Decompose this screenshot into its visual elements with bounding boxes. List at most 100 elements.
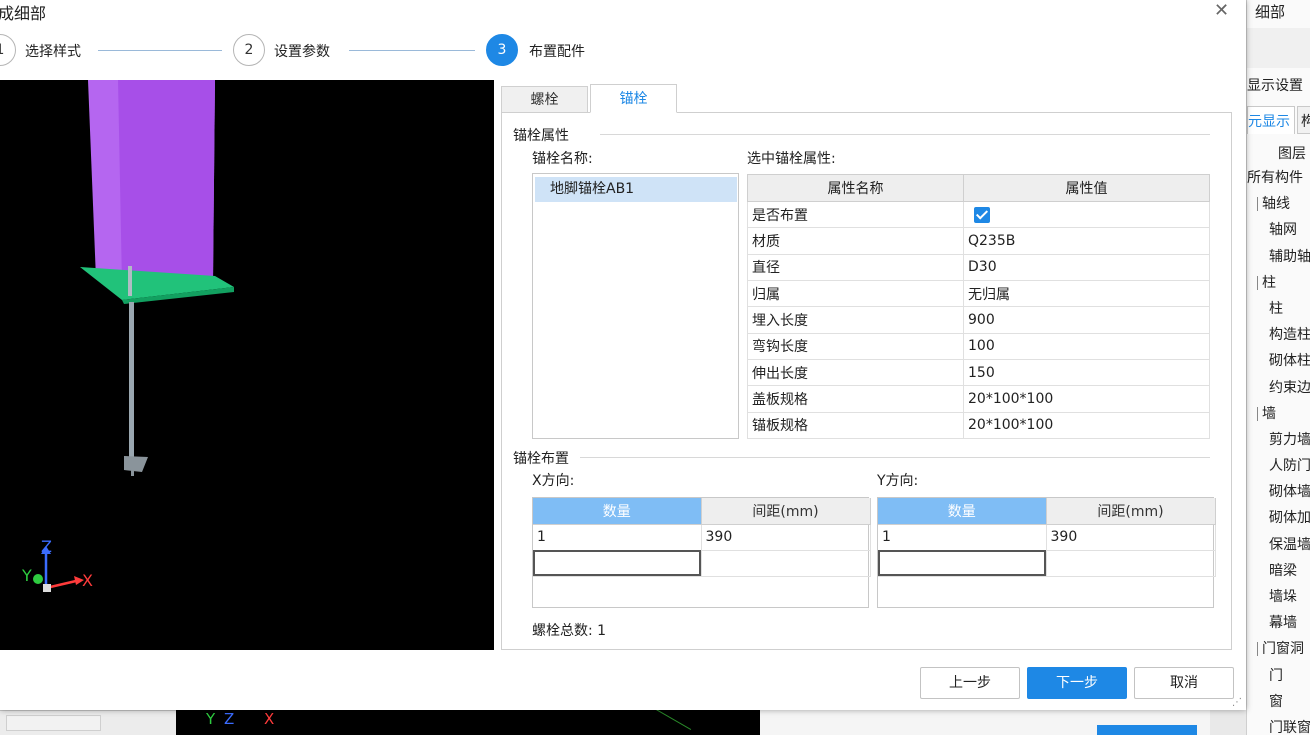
property-value-cell[interactable]: 无归属	[963, 279, 1210, 308]
anchor-rod	[129, 302, 134, 457]
layer-tree-item[interactable]: 砌体墙	[1247, 479, 1310, 505]
cancel-button[interactable]: 取消	[1134, 667, 1234, 699]
layer-tree-item[interactable]: 墙	[1247, 401, 1310, 427]
x-new-count-cell[interactable]	[533, 550, 702, 577]
layer-tree-item[interactable]: 柱	[1247, 270, 1310, 296]
table-row[interactable]: 盖板规格 20*100*100	[747, 385, 1210, 413]
layer-tree-item[interactable]: 暗梁	[1247, 558, 1310, 584]
property-name-cell: 锚板规格	[747, 411, 964, 440]
group-divider-layout	[580, 457, 1210, 458]
dialog-title: 成细部	[0, 4, 47, 23]
anchor-tip	[131, 468, 134, 476]
table-row[interactable]: 材质 Q235B	[747, 227, 1210, 255]
layer-tree-item[interactable]: 门	[1247, 663, 1310, 689]
x-header-count[interactable]: 数量	[533, 498, 702, 525]
anchor-3d-preview[interactable]: Z Y X	[0, 80, 494, 650]
step-3-label: 布置配件	[529, 44, 585, 60]
prev-step-button[interactable]: 上一步	[920, 667, 1020, 699]
preview-svg: Z Y X	[21, 80, 234, 592]
layer-tree-item[interactable]: 幕墙	[1247, 610, 1310, 636]
property-value-cell[interactable]: 150	[963, 358, 1210, 387]
display-settings-label: 显示设置	[1247, 78, 1303, 94]
table-row[interactable]: 伸出长度 150	[747, 358, 1210, 387]
layer-tree-item[interactable]: 保温墙	[1247, 532, 1310, 558]
property-name-cell: 伸出长度	[747, 358, 964, 387]
tab-anchor-bolt[interactable]: 锚栓	[590, 84, 677, 113]
tab-other[interactable]: 构	[1297, 106, 1310, 134]
y-new-count-cell[interactable]	[878, 550, 1047, 577]
property-value-cell[interactable]: D30	[963, 253, 1210, 281]
table-row[interactable]: 直径 D30	[747, 253, 1210, 281]
background-line	[656, 710, 692, 730]
x-count-cell[interactable]: 1	[533, 524, 702, 551]
y-count-cell[interactable]: 1	[878, 524, 1047, 551]
detail-dialog: 成细部 ✕ 1 选择样式 2 设置参数 3 布置配件 Z	[0, 0, 1246, 710]
x-new-spacing-cell[interactable]	[701, 550, 871, 577]
y-direction-grid: 数量 间距(mm) 1 390	[877, 497, 1216, 608]
property-value-cell[interactable]: Q235B	[963, 227, 1210, 255]
layer-tree-item[interactable]: 砌体加	[1247, 505, 1310, 531]
y-new-spacing-cell[interactable]	[1046, 550, 1216, 577]
deploy-checkbox[interactable]	[974, 206, 990, 223]
table-row[interactable]: 锚板规格 20*100*100	[747, 411, 1210, 440]
layer-tree-item[interactable]: 构造柱	[1247, 322, 1310, 348]
layer-tree-item[interactable]: 砌体柱	[1247, 348, 1310, 374]
step-1-circle: 1	[0, 34, 16, 66]
layer-tree-item[interactable]: 轴网	[1247, 217, 1310, 243]
side-panel-title: 细部	[1255, 3, 1286, 21]
layer-column-header: 图层	[1278, 146, 1306, 162]
property-name-cell: 直径	[747, 253, 964, 281]
background-axis-y: Y	[206, 710, 216, 728]
layer-tree-item[interactable]: 人防门	[1247, 453, 1310, 479]
bolt-total-count: 螺栓总数: 1	[532, 623, 607, 639]
table-row[interactable]: 归属 无归属	[747, 279, 1210, 308]
property-name-cell: 弯钩长度	[747, 332, 964, 360]
group-divider-props	[600, 134, 1210, 135]
anchor-layout-group-title: 锚栓布置	[513, 448, 577, 468]
x-spacing-cell[interactable]: 390	[701, 524, 871, 551]
step-connector-2	[349, 50, 475, 51]
layer-tree: 所有构件 轴线 轴网 辅助轴柱柱构造柱 砌体柱 约束边墙剪力墙 人防门 砌体墙 砌体加 保温墙 暗梁…	[1247, 165, 1310, 735]
resize-grip-icon[interactable]: ⋰	[1232, 697, 1242, 708]
layer-tree-item[interactable]: 墙垛	[1247, 584, 1310, 610]
background-panel	[760, 710, 1210, 735]
step-connector-1	[98, 50, 222, 51]
list-item[interactable]: 地脚锚栓AB1	[535, 177, 737, 202]
layer-tree-item[interactable]: 门联窗	[1247, 715, 1310, 735]
layer-tree-item[interactable]: 窗	[1247, 689, 1310, 715]
layer-tree-item[interactable]: 门窗洞	[1247, 636, 1310, 662]
layer-tree-item[interactable]: 约束边	[1247, 375, 1310, 401]
table-row[interactable]: 埋入长度 900	[747, 306, 1210, 334]
step-3-circle: 3	[486, 34, 518, 66]
property-name-cell: 盖板规格	[747, 385, 964, 413]
y-header-spacing[interactable]: 间距(mm)	[1046, 498, 1216, 525]
y-spacing-cell[interactable]: 390	[1046, 524, 1216, 551]
tab-element-display[interactable]: 元显示	[1247, 106, 1295, 134]
table-row[interactable]: 是否布置	[747, 200, 1210, 229]
property-value-cell[interactable]: 900	[963, 306, 1210, 334]
y-header-count[interactable]: 数量	[878, 498, 1047, 525]
tab-bolt[interactable]: 螺栓	[501, 86, 588, 113]
anchor-name-list[interactable]: 地脚锚栓AB1	[532, 173, 739, 439]
x-direction-label: X方向:	[532, 473, 575, 489]
background-button[interactable]	[1097, 725, 1197, 735]
property-name-cell: 归属	[747, 279, 964, 308]
close-icon[interactable]: ✕	[1214, 0, 1229, 21]
layer-tree-item[interactable]: 辅助轴	[1247, 244, 1310, 270]
layer-tree-item[interactable]: 剪力墙	[1247, 427, 1310, 453]
property-name-cell: 是否布置	[747, 200, 964, 229]
property-value-cell[interactable]	[963, 200, 1210, 229]
layer-tree-item[interactable]: 所有构件	[1247, 165, 1310, 191]
table-row[interactable]: 弯钩长度 100	[747, 332, 1210, 360]
property-value-cell[interactable]: 20*100*100	[963, 411, 1210, 440]
next-step-button[interactable]: 下一步	[1027, 667, 1127, 699]
background-status-area	[0, 710, 176, 735]
property-name-cell: 埋入长度	[747, 306, 964, 334]
x-header-spacing[interactable]: 间距(mm)	[701, 498, 871, 525]
side-panel-toolbar	[1247, 28, 1310, 68]
property-value-cell[interactable]: 20*100*100	[963, 385, 1210, 413]
layer-tree-item[interactable]: 轴线	[1247, 191, 1310, 217]
property-value-cell[interactable]: 100	[963, 332, 1210, 360]
header-property-value: 属性值	[963, 174, 1210, 202]
layer-tree-item[interactable]: 柱	[1247, 296, 1310, 322]
